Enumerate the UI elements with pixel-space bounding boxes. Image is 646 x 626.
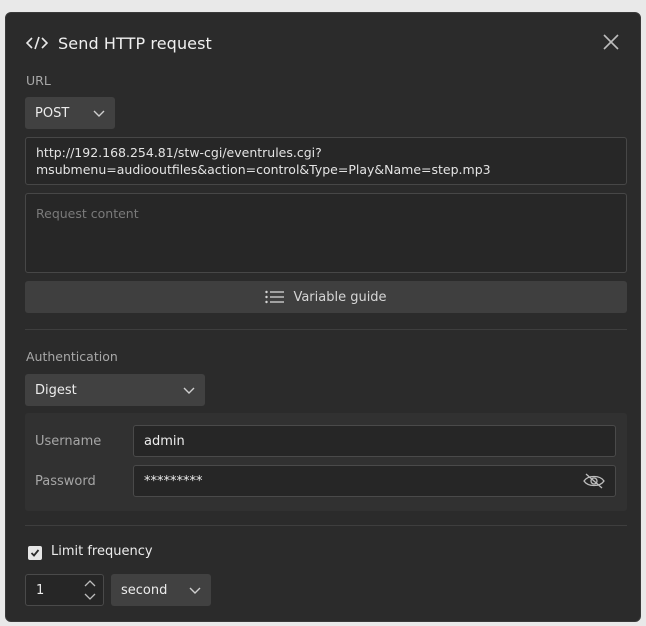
password-value: ********* (144, 473, 203, 489)
credentials-panel: Username admin Password ********* (25, 413, 627, 511)
dialog-title: Send HTTP request (58, 33, 212, 53)
method-value: POST (35, 105, 70, 121)
username-input[interactable]: admin (133, 425, 616, 457)
request-content-input[interactable]: Request content (25, 193, 627, 273)
limit-frequency-label: Limit frequency (51, 544, 153, 559)
chevron-down-icon (189, 587, 201, 594)
url-text-line-2: msubmenu=audiooutfiles&action=control&Ty… (36, 162, 491, 177)
eye-off-icon (583, 473, 605, 489)
authentication-value: Digest (35, 382, 77, 398)
variable-guide-label: Variable guide (293, 289, 387, 305)
stepper-icon[interactable] (83, 578, 97, 602)
authentication-select[interactable]: Digest (25, 374, 205, 406)
variable-guide-button[interactable]: Variable guide (25, 281, 627, 313)
frequency-value: 1 (36, 582, 45, 598)
send-http-request-dialog: Send HTTP request URL POST http://192.16… (5, 12, 641, 622)
close-icon (603, 34, 619, 50)
method-select[interactable]: POST (25, 97, 115, 129)
username-value: admin (144, 433, 185, 449)
url-text-line-1: http://192.168.254.81/stw-cgi/eventrules… (36, 145, 322, 160)
frequency-unit-value: second (121, 582, 168, 598)
divider (25, 329, 627, 330)
close-button[interactable] (600, 31, 622, 53)
password-visibility-toggle[interactable] (583, 472, 605, 490)
limit-frequency-checkbox[interactable] (28, 546, 42, 560)
request-content-placeholder: Request content (36, 206, 139, 221)
checkmark-icon (30, 549, 40, 557)
frequency-unit-select[interactable]: second (111, 574, 211, 606)
username-label: Username (35, 434, 102, 449)
password-label: Password (35, 474, 96, 489)
divider (25, 525, 627, 526)
frequency-value-input[interactable]: 1 (25, 574, 104, 606)
list-icon (265, 290, 285, 304)
chevron-down-icon (183, 387, 195, 394)
authentication-label: Authentication (26, 349, 118, 364)
password-input[interactable]: ********* (133, 465, 616, 497)
code-icon (26, 34, 48, 52)
dialog-header: Send HTTP request (26, 31, 212, 55)
url-label: URL (26, 73, 51, 88)
url-input[interactable]: http://192.168.254.81/stw-cgi/eventrules… (25, 137, 627, 185)
chevron-down-icon (93, 110, 105, 117)
